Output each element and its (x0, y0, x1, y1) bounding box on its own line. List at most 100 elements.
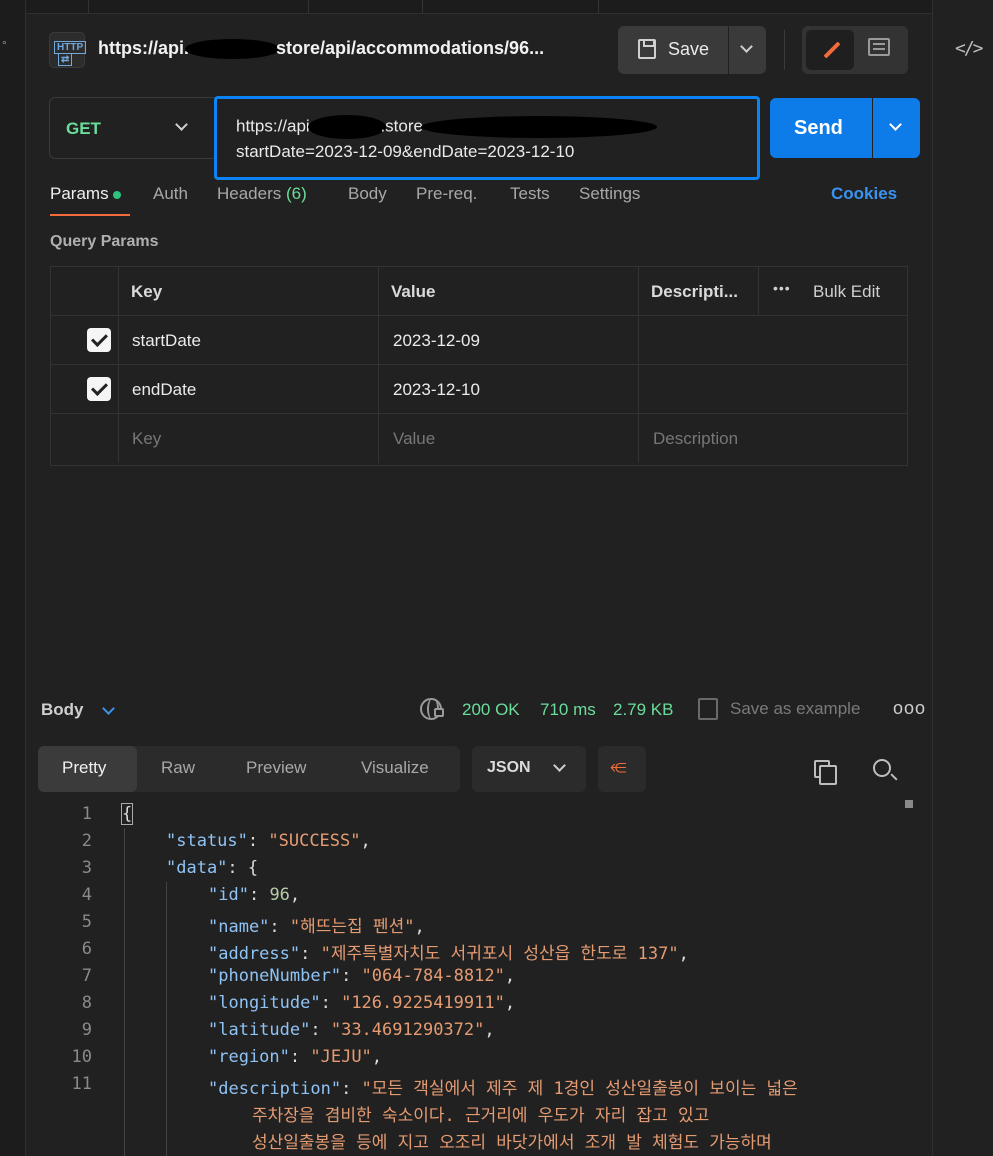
redaction-mark (420, 116, 657, 138)
key-cell[interactable]: endDate (118, 365, 378, 414)
response-time[interactable]: 710 ms (540, 700, 596, 720)
open-brace: { (120, 803, 134, 825)
chevron-down-icon (553, 759, 566, 772)
response-view-tabs: Pretty Raw Preview Visualize (38, 746, 460, 792)
description-cell[interactable] (638, 365, 907, 414)
view-visualize[interactable]: Visualize (361, 758, 429, 778)
tab-headers[interactable]: Headers (6) (217, 184, 307, 204)
copy-icon[interactable] (814, 760, 837, 785)
format-select[interactable]: JSON (472, 746, 586, 792)
param-value: 2023-12-10 (393, 380, 480, 399)
code-line: { (120, 803, 134, 825)
line-number: 3 (81, 858, 92, 878)
view-raw[interactable]: Raw (161, 758, 195, 778)
more-options-icon[interactable]: ••• (773, 280, 791, 296)
code-line: "name": "해뜨는집 펜션", (208, 917, 425, 937)
save-label: Save (668, 39, 710, 59)
line-number: 9 (81, 1020, 92, 1040)
edit-mode-button[interactable] (806, 30, 854, 70)
save-as-example-button[interactable]: Save as example (730, 699, 860, 719)
cookies-link[interactable]: Cookies (831, 184, 897, 204)
query-params-table: Key Value Descripti... ••• Bulk Edit sta… (50, 266, 908, 466)
key-placeholder: Key (132, 429, 162, 448)
key-cell[interactable]: Key (118, 414, 378, 463)
code-line-wrapped: 주차장을 겸비한 숙소이다. 근거리에 우도가 자리 잡고 있고 (252, 1106, 710, 1126)
checkbox[interactable] (87, 377, 111, 401)
line-number: 7 (81, 966, 92, 986)
response-body-label[interactable]: Body (41, 700, 84, 720)
json-string: "SUCCESS" (268, 831, 361, 851)
save-button[interactable]: Save (618, 26, 728, 74)
lock-icon (434, 708, 444, 717)
json-string: "모든 객실에서 제주 제 1경인 성산일출봉이 보이는 넓은 (361, 1079, 798, 1099)
tab-body[interactable]: Body (348, 184, 387, 204)
pencil-icon (823, 41, 841, 59)
bulk-edit-button[interactable]: Bulk Edit (813, 282, 880, 302)
code-snippet-icon[interactable]: </> (955, 38, 983, 59)
json-string: "제주특별자치도 서귀포시 성산읍 한도로 137" (320, 944, 679, 964)
description-cell[interactable] (638, 316, 907, 365)
code-line: "data": { (166, 858, 259, 878)
response-code-viewer[interactable]: 1 2 3 4 5 6 7 8 9 10 11 { "status": "SUC… (38, 800, 918, 1156)
code-line: "status": "SUCCESS", (166, 831, 371, 851)
json-number: 96 (269, 885, 290, 905)
line-number: 8 (81, 993, 92, 1013)
value-cell[interactable]: 2023-12-09 (378, 316, 638, 365)
redaction-mark (308, 115, 387, 139)
tab-settings[interactable]: Settings (579, 184, 640, 204)
url-input[interactable]: https://api. .store startDate=2023-12-09&… (214, 96, 760, 180)
indent-guide (166, 882, 167, 1156)
tab-auth[interactable]: Auth (153, 184, 188, 204)
key-column-header: Key (131, 282, 163, 301)
json-key: "address" (208, 944, 301, 964)
description-cell[interactable]: Description (638, 414, 907, 463)
key-cell[interactable]: startDate (118, 316, 378, 365)
value-cell[interactable]: 2023-12-10 (378, 365, 638, 414)
comment-icon[interactable] (868, 38, 890, 56)
request-tab-strip (26, 0, 932, 14)
method-label: GET (66, 119, 101, 138)
line-number: 1 (81, 804, 92, 824)
gutter-marker-icon: ° (2, 38, 7, 52)
tab-params[interactable]: Params (50, 184, 121, 204)
query-params-heading: Query Params (50, 233, 159, 250)
code-line: "id": 96, (208, 885, 301, 905)
status-code[interactable]: 200 OK (462, 700, 520, 720)
checkbox[interactable] (87, 328, 111, 352)
view-preview[interactable]: Preview (246, 758, 306, 778)
save-icon (698, 698, 718, 720)
request-title[interactable]: https://api. store/api/accommodations/96.… (98, 38, 545, 60)
line-number: 4 (81, 885, 92, 905)
value-cell[interactable]: Value (378, 414, 638, 463)
redaction-mark (185, 39, 280, 60)
line-number: 11 (71, 1074, 92, 1094)
save-icon (638, 39, 656, 59)
send-button[interactable]: Send (770, 98, 872, 158)
description-header-cell: Descripti... (638, 267, 758, 316)
tab-divider (88, 0, 89, 14)
url-query-line: startDate=2023-12-09&endDate=2023-12-10 (236, 142, 575, 161)
indent-guide (124, 828, 125, 1156)
scrollbar-thumb[interactable] (905, 800, 913, 808)
line-number: 5 (81, 912, 92, 932)
code-line: "description": "모든 객실에서 제주 제 1경인 성산일출봉이 … (208, 1079, 798, 1099)
view-pretty[interactable]: Pretty (62, 758, 106, 778)
response-size[interactable]: 2.79 KB (613, 700, 674, 720)
search-icon[interactable] (873, 759, 891, 777)
json-string: "33.4691290372" (330, 1020, 485, 1040)
active-tab-indicator (50, 214, 130, 216)
code-line: "address": "제주특별자치도 서귀포시 성산읍 한도로 137", (208, 944, 689, 964)
word-wrap-button[interactable]: ⥺ (598, 746, 646, 792)
method-select[interactable]: GET (49, 97, 215, 159)
tab-prerequest[interactable]: Pre-req. (416, 184, 477, 204)
response-more-icon[interactable]: ooo (893, 698, 926, 719)
title-url-suffix: store/api/accommodations/96... (276, 38, 545, 58)
tab-tests[interactable]: Tests (510, 184, 550, 204)
json-key: "name" (208, 917, 270, 937)
table-header-row: Key Value Descripti... ••• Bulk Edit (51, 267, 907, 316)
json-key: "status" (166, 831, 248, 851)
send-dropdown-button[interactable] (873, 98, 920, 158)
save-dropdown-button[interactable] (729, 26, 766, 74)
chevron-down-icon[interactable] (102, 702, 115, 715)
json-key: "latitude" (208, 1020, 311, 1040)
